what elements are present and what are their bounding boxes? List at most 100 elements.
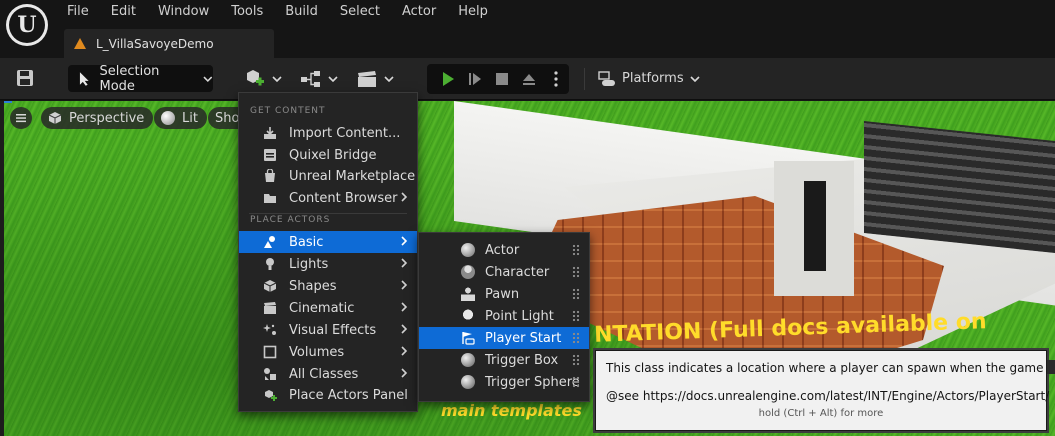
blueprints-button[interactable]: [300, 65, 338, 92]
menu-place-actors-panel[interactable]: Place Actors Panel: [239, 384, 417, 406]
menu-quixel-bridge[interactable]: Quixel Bridge: [239, 144, 417, 166]
menu-place-actors-panel-label: Place Actors Panel: [289, 387, 408, 403]
submenu-trigger-box[interactable]: Trigger Box: [419, 349, 589, 371]
play-options-button[interactable]: [542, 67, 569, 91]
submenu-trigger-box-label: Trigger Box: [485, 352, 559, 368]
menu-select[interactable]: Select: [329, 0, 391, 24]
cinematics-button[interactable]: [356, 65, 394, 92]
chevron-down-icon: [328, 75, 338, 82]
submenu-player-start[interactable]: Player Start: [419, 327, 589, 349]
marketplace-icon: [263, 169, 277, 183]
menu-build[interactable]: Build: [274, 0, 329, 24]
menu-shapes[interactable]: Shapes: [239, 275, 417, 297]
platforms-icon: [598, 70, 615, 86]
add-content-button[interactable]: [244, 65, 282, 92]
unreal-logo-icon[interactable]: U: [6, 4, 48, 46]
drag-handle-icon[interactable]: [572, 354, 580, 366]
chevron-down-icon: [690, 75, 700, 82]
submenu-pawn-label: Pawn: [485, 286, 520, 302]
perspective-cube-icon: [48, 112, 62, 124]
menu-tools[interactable]: Tools: [220, 0, 274, 24]
menu-content-browser-label: Content Browser: [289, 190, 398, 206]
menu-volumes[interactable]: Volumes: [239, 341, 417, 363]
menu-all-classes[interactable]: All Classes: [239, 363, 417, 385]
menu-all-classes-label: All Classes: [289, 366, 359, 382]
play-controls: [427, 64, 569, 94]
level-tab[interactable]: L_VillaSavoyeDemo: [64, 29, 274, 58]
drag-handle-icon[interactable]: [572, 288, 580, 300]
submenu-trigger-sphere[interactable]: Trigger Sphere: [419, 371, 589, 393]
submenu-actor-label: Actor: [485, 242, 520, 258]
skip-icon: [469, 73, 482, 85]
selection-mode-dropdown[interactable]: Selection Mode: [68, 63, 213, 94]
player-start-icon: [462, 332, 475, 345]
stop-button[interactable]: [489, 67, 516, 91]
menu-actor[interactable]: Actor: [391, 0, 447, 24]
chevron-right-icon: [401, 192, 408, 202]
basic-shapes-icon: [263, 235, 277, 249]
submenu-character-label: Character: [485, 264, 550, 280]
menu-file[interactable]: File: [56, 0, 100, 24]
level-tab-label: L_VillaSavoyeDemo: [96, 36, 214, 51]
lit-label: Lit: [182, 110, 198, 126]
point-light-icon: [461, 309, 475, 323]
menu-import-content[interactable]: Import Content...: [239, 122, 417, 144]
menu-quixel-bridge-label: Quixel Bridge: [289, 147, 377, 163]
perspective-button[interactable]: Perspective: [41, 107, 154, 129]
viewport-focus-marker: [4, 101, 12, 103]
play-button[interactable]: [435, 67, 462, 91]
menu-visual-effects-label: Visual Effects: [289, 322, 377, 338]
chevron-right-icon: [401, 368, 408, 378]
menu-content-browser[interactable]: Content Browser: [239, 187, 417, 209]
player-start-tooltip: This class indicates a location where a …: [595, 350, 1055, 431]
platforms-label: Platforms: [622, 71, 684, 86]
bridge-icon: [263, 148, 277, 162]
show-button[interactable]: Sho: [208, 107, 242, 129]
viewport-edge-handle: [1047, 360, 1055, 374]
import-icon: [263, 126, 277, 140]
tooltip-description: This class indicates a location where a …: [606, 361, 1055, 375]
menu-unreal-marketplace[interactable]: Unreal Marketplace: [239, 165, 417, 187]
eject-button[interactable]: [515, 67, 542, 91]
submenu-actor[interactable]: Actor: [419, 239, 589, 261]
selection-mode-label: Selection Mode: [99, 63, 160, 94]
lit-button[interactable]: Lit: [154, 107, 207, 129]
chevron-down-icon: [203, 76, 213, 82]
viewport-overlay-text-2: main templates: [441, 401, 582, 420]
drag-handle-icon[interactable]: [572, 376, 580, 388]
clapper-icon: [263, 301, 277, 315]
menu-visual-effects[interactable]: Visual Effects: [239, 319, 417, 341]
drag-handle-icon[interactable]: [572, 244, 580, 256]
menu-volumes-label: Volumes: [289, 344, 345, 360]
main-menu: File Edit Window Tools Build Select Acto…: [56, 0, 499, 24]
platforms-dropdown[interactable]: Platforms: [598, 65, 700, 92]
menu-bar: U File Edit Window Tools Build Select Ac…: [0, 0, 1055, 58]
chevron-right-icon: [401, 258, 408, 268]
drag-handle-icon[interactable]: [572, 266, 580, 278]
menu-basic[interactable]: Basic: [239, 231, 417, 253]
menu-edit[interactable]: Edit: [100, 0, 147, 24]
drag-handle-icon[interactable]: [572, 310, 580, 322]
menu-lights[interactable]: Lights: [239, 253, 417, 275]
submenu-point-light[interactable]: Point Light: [419, 305, 589, 327]
menu-import-content-label: Import Content...: [289, 125, 401, 141]
chevron-right-icon: [401, 280, 408, 290]
main-toolbar: Selection Mode Platforms: [0, 58, 1055, 100]
submenu-character[interactable]: Character: [419, 261, 589, 283]
tooltip-docs-link: @see https://docs.unrealengine.com/lates…: [606, 389, 1050, 403]
frame-skip-button[interactable]: [462, 67, 489, 91]
chevron-right-icon: [401, 324, 408, 334]
hamburger-icon: [16, 114, 26, 123]
menu-cinematic[interactable]: Cinematic: [239, 297, 417, 319]
add-actor-icon: [247, 69, 264, 85]
viewport-options-button[interactable]: [10, 107, 32, 129]
menu-window[interactable]: Window: [147, 0, 220, 24]
menu-basic-label: Basic: [289, 234, 324, 250]
show-label: Sho: [215, 110, 240, 126]
menu-help[interactable]: Help: [447, 0, 499, 24]
drag-handle-icon[interactable]: [572, 332, 580, 344]
save-icon[interactable]: [16, 69, 34, 87]
basic-actors-submenu: Actor Character Pawn Point Light Player …: [418, 232, 590, 402]
play-icon: [443, 72, 455, 86]
submenu-pawn[interactable]: Pawn: [419, 283, 589, 305]
